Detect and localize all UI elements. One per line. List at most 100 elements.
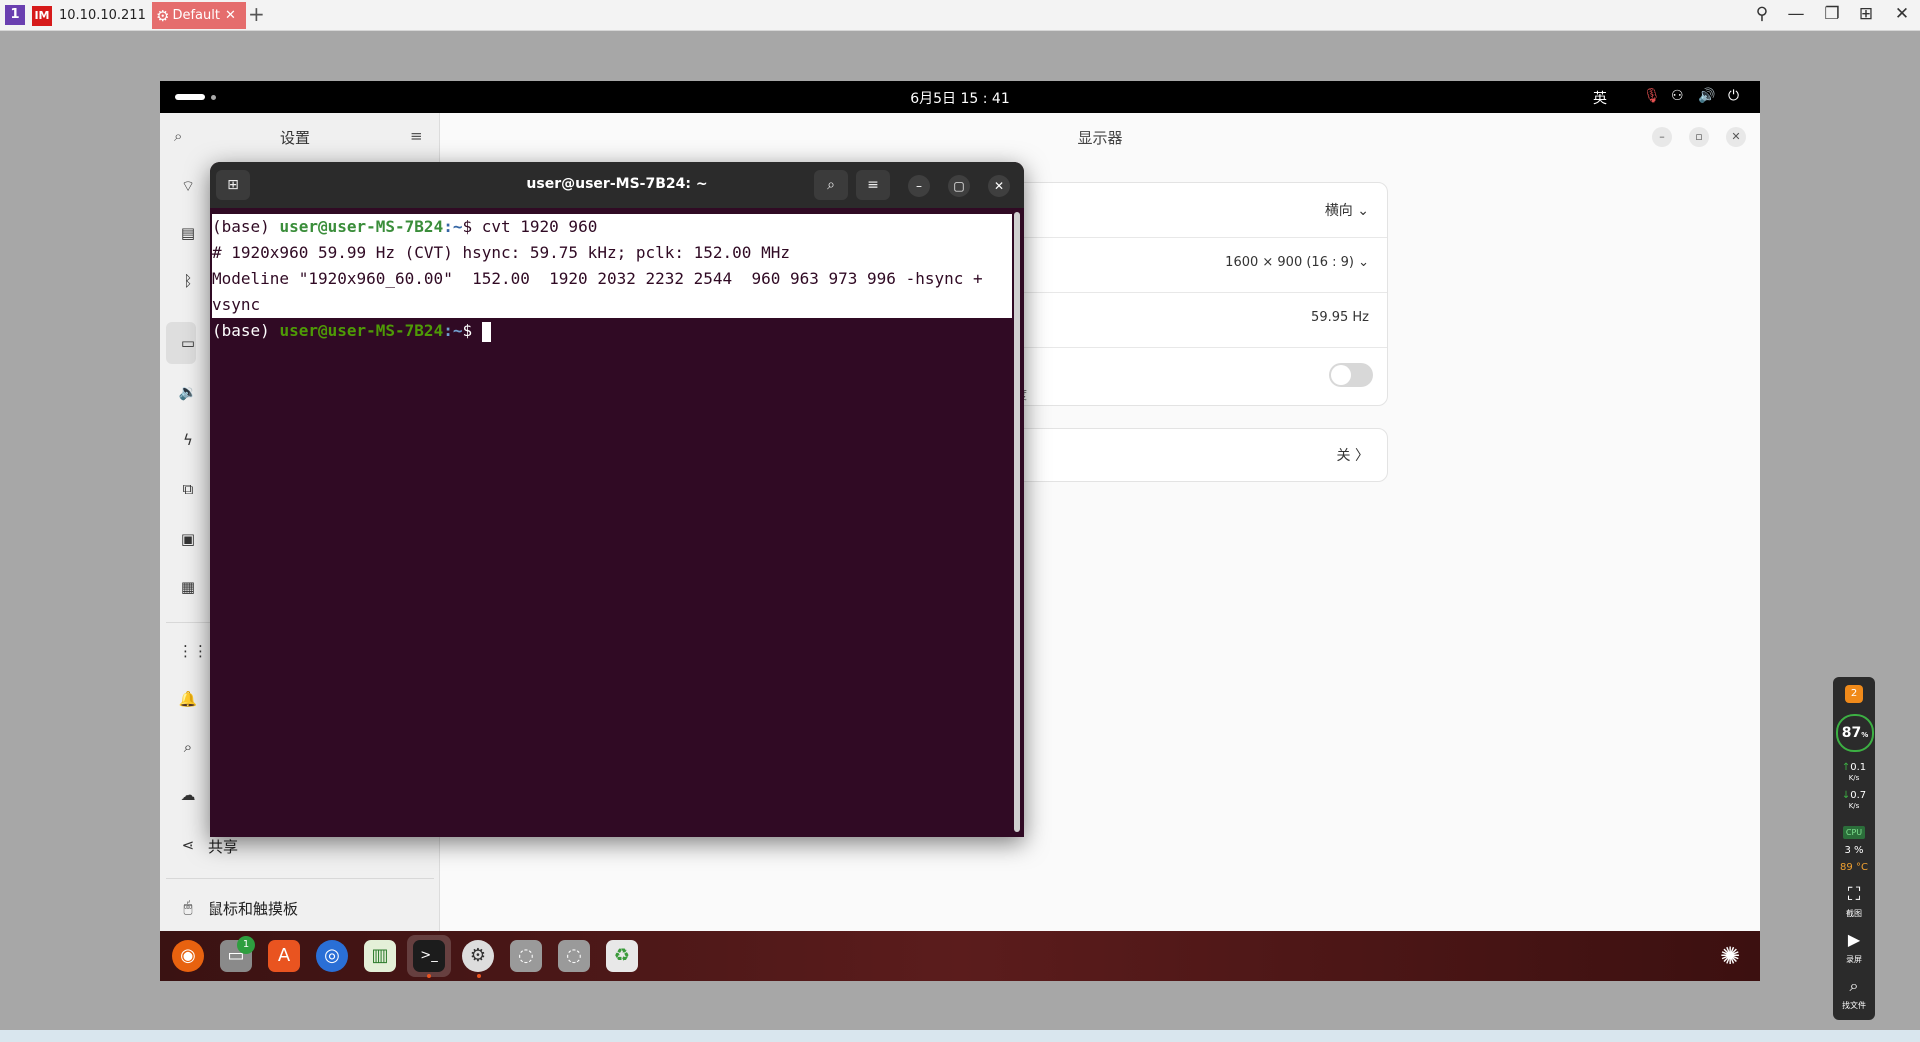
- clock[interactable]: 6月5日 15 : 41: [900, 88, 1020, 108]
- microphone-icon[interactable]: 🎙: [1643, 88, 1661, 104]
- terminal-line: # 1920x960 59.99 Hz (CVT) hsync: 59.75 k…: [212, 240, 1012, 266]
- chromium-icon[interactable]: ◎: [316, 940, 348, 972]
- night-light-value: 关 〉: [1336, 448, 1369, 464]
- resolution-row[interactable]: 1600 × 900 (16 : 9) ⌄: [1001, 238, 1387, 293]
- minimize-terminal-button[interactable]: –: [908, 175, 930, 197]
- volume-icon[interactable]: 🔊: [1698, 88, 1715, 104]
- menu-icon[interactable]: ≡: [410, 127, 423, 145]
- network-icon[interactable]: ▤: [178, 224, 198, 242]
- find-file-icon[interactable]: ⌕: [1833, 976, 1875, 996]
- tab-host-label: 10.10.10.211: [59, 8, 146, 23]
- ubuntu-desktop-icon[interactable]: ▦: [178, 578, 198, 596]
- download-speed: ↓0.7: [1841, 790, 1867, 801]
- terminal-scrollbar[interactable]: [1014, 212, 1020, 832]
- monitor-badge[interactable]: 2: [1845, 685, 1863, 703]
- cpu-temperature: 89 °C: [1840, 862, 1868, 873]
- terminal-line: Modeline "1920x960_60.00" 152.00 1920 20…: [212, 266, 1012, 292]
- app-logo: 1: [5, 5, 25, 25]
- notifications-icon[interactable]: 🔔: [178, 690, 198, 708]
- appearance-icon[interactable]: ▣: [178, 530, 198, 548]
- screenshot-label: 截图: [1846, 909, 1862, 918]
- maximize-terminal-button[interactable]: ▢: [948, 175, 970, 197]
- running-indicator: [477, 974, 481, 978]
- app-center-icon[interactable]: A: [268, 940, 300, 972]
- memory-gauge[interactable]: 87%: [1836, 714, 1874, 752]
- client-tab-bar: [0, 0, 1920, 31]
- close-window-button[interactable]: ✕: [1888, 4, 1916, 24]
- resolution-value: 1600 × 900 (16 : 9) ⌄: [1225, 255, 1369, 270]
- display-icon[interactable]: ▭: [178, 334, 198, 352]
- night-light-card[interactable]: 关 〉: [1000, 428, 1388, 482]
- apps-icon[interactable]: ⋮⋮: [178, 642, 208, 660]
- mouse-icon[interactable]: 🖱: [178, 898, 198, 916]
- trash-icon[interactable]: ♻: [606, 940, 638, 972]
- fractional-scaling-row: 晰度: [1001, 348, 1387, 402]
- firefox-icon[interactable]: ◉: [172, 940, 204, 972]
- network-icon[interactable]: ⚇: [1671, 88, 1684, 104]
- minimize-settings-button[interactable]: –: [1652, 127, 1672, 147]
- wifi-icon[interactable]: ⌔: [178, 177, 198, 196]
- refresh-rate-value: 59.95 Hz: [1311, 310, 1369, 325]
- close-terminal-button[interactable]: ✕: [988, 175, 1010, 197]
- online-accounts-icon[interactable]: ☁: [178, 786, 198, 804]
- orientation-row[interactable]: 横向 ⌄: [1001, 183, 1387, 238]
- settings-icon[interactable]: ⚙: [462, 940, 494, 972]
- tab-default-label: Default: [172, 8, 220, 23]
- close-tab-icon[interactable]: ✕: [225, 8, 236, 23]
- sidebar-item-share[interactable]: 共享: [208, 836, 238, 857]
- fullscreen-button[interactable]: ⊞: [1852, 4, 1880, 24]
- disk-icon[interactable]: ◌: [558, 940, 590, 972]
- sidebar-item-mouse[interactable]: 鼠标和触摸板: [208, 898, 298, 919]
- workspace-dot[interactable]: [211, 95, 216, 100]
- running-indicator: [427, 974, 431, 978]
- tab-host[interactable]: IM 10.10.10.211: [32, 2, 146, 29]
- disk-icon[interactable]: ◌: [510, 940, 542, 972]
- minimize-button[interactable]: —: [1782, 4, 1810, 24]
- share-icon[interactable]: ⋖: [178, 836, 198, 854]
- search-icon[interactable]: ⌕: [174, 127, 182, 145]
- refresh-rate-row[interactable]: 59.95 Hz: [1001, 293, 1387, 348]
- show-apps-icon[interactable]: ✺: [1714, 940, 1746, 972]
- restore-button[interactable]: ❐: [1818, 4, 1846, 24]
- tab-default[interactable]: ⚙ Default ✕: [152, 2, 246, 29]
- fractional-scaling-toggle[interactable]: [1329, 363, 1373, 387]
- terminal-line: vsync: [212, 292, 1012, 318]
- input-method-indicator[interactable]: 英: [1593, 88, 1607, 108]
- pin-icon[interactable]: ⚲: [1748, 4, 1776, 24]
- sound-icon[interactable]: 🔉: [178, 383, 198, 401]
- search-icon[interactable]: ⌕: [814, 170, 848, 200]
- record-label: 录屏: [1846, 955, 1862, 964]
- hamburger-menu-icon[interactable]: ≡: [856, 170, 890, 200]
- status-bar: [0, 1030, 1920, 1042]
- screenshot-icon[interactable]: ⛶: [1833, 884, 1875, 905]
- terminal-output[interactable]: (base) user@user-MS-7B24:~$ cvt 1920 960…: [212, 214, 1012, 344]
- terminal-title: user@user-MS-7B24: ~: [526, 176, 708, 192]
- find-file-label: 找文件: [1842, 1001, 1866, 1010]
- record-icon[interactable]: ▶: [1833, 930, 1875, 949]
- cpu-usage: 3 %: [1844, 845, 1864, 856]
- orientation-value: 横向 ⌄: [1324, 203, 1369, 219]
- bluetooth-icon[interactable]: ᛒ: [178, 272, 198, 290]
- display-settings-card: 横向 ⌄ 1600 × 900 (16 : 9) ⌄ 59.95 Hz 晰度: [1000, 182, 1388, 406]
- new-tab-button[interactable]: +: [248, 2, 265, 26]
- terminal-line: (base) user@user-MS-7B24:~$ cvt 1920 960: [212, 214, 1012, 240]
- power-mode-icon[interactable]: ϟ: [178, 431, 198, 449]
- terminal-prompt-line: (base) user@user-MS-7B24:~$: [212, 318, 1012, 344]
- multitasking-icon[interactable]: ⧉: [178, 480, 198, 498]
- cpu-label: CPU: [1843, 826, 1865, 839]
- download-unit: K/s: [1848, 802, 1860, 810]
- terminal-icon[interactable]: >_: [413, 940, 445, 972]
- terminal-window[interactable]: ⊞ user@user-MS-7B24: ~ ⌕ ≡ – ▢ ✕ (base) …: [210, 162, 1024, 837]
- upload-speed: ↑0.1: [1841, 762, 1867, 773]
- power-icon[interactable]: ⏻: [1728, 88, 1739, 104]
- sidebar-title: 设置: [280, 129, 311, 147]
- close-settings-button[interactable]: ✕: [1726, 127, 1746, 147]
- gear-icon: ⚙: [156, 6, 170, 25]
- page-title: 显示器: [1077, 129, 1123, 147]
- host-badge-icon: IM: [32, 5, 52, 26]
- text-cursor: [481, 321, 491, 342]
- spreadsheet-icon[interactable]: ▥: [364, 940, 396, 972]
- workspace-indicator[interactable]: [175, 94, 205, 100]
- maximize-settings-button[interactable]: ▫: [1689, 127, 1709, 147]
- search-settings-icon[interactable]: ⌕: [178, 738, 198, 756]
